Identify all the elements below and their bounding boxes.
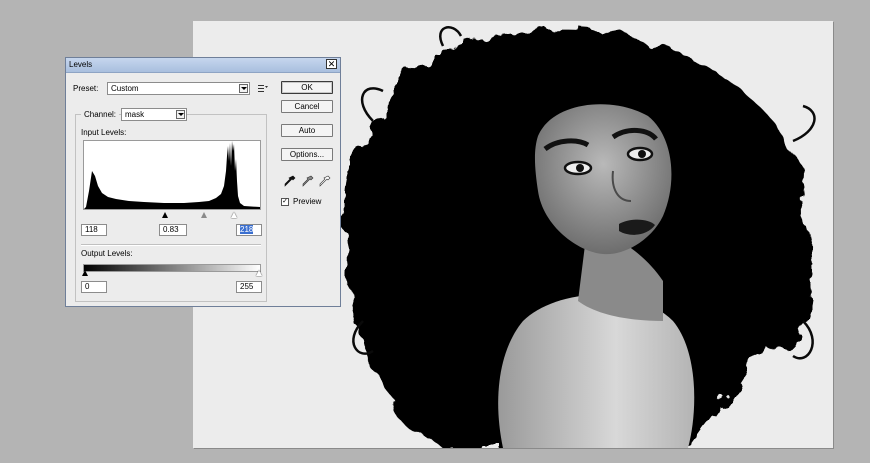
cancel-button[interactable]: Cancel	[281, 100, 333, 113]
preset-select[interactable]: Custom	[107, 82, 250, 95]
dialog-titlebar[interactable]: Levels ✕	[66, 58, 340, 73]
channel-label: Channel:	[81, 110, 120, 119]
input-white-value: 218	[240, 225, 254, 234]
separator	[81, 244, 261, 246]
histogram-graph	[84, 141, 260, 209]
preset-label: Preset:	[73, 84, 99, 93]
output-white-slider[interactable]	[256, 270, 262, 276]
preset-options-icon[interactable]	[257, 83, 268, 94]
input-gamma-field[interactable]: 0.83	[159, 224, 187, 236]
chevron-down-icon	[176, 110, 185, 119]
input-white-slider[interactable]	[231, 212, 237, 218]
preview-checkbox[interactable]: ✓	[281, 198, 289, 206]
input-black-slider[interactable]	[162, 212, 168, 218]
input-black-field[interactable]: 118	[81, 224, 107, 236]
chevron-down-icon	[239, 84, 248, 93]
output-levels-label: Output Levels:	[81, 249, 133, 258]
input-gamma-slider[interactable]	[201, 212, 207, 218]
dialog-title: Levels	[69, 60, 93, 69]
white-eyedropper-icon[interactable]	[319, 175, 331, 187]
ok-button[interactable]: OK	[281, 81, 333, 94]
black-eyedropper-icon[interactable]	[284, 175, 296, 187]
output-gradient	[83, 264, 261, 272]
checkbox-check-icon: ✓	[282, 198, 288, 205]
channel-select[interactable]: mask	[121, 108, 187, 121]
channel-value: mask	[125, 110, 145, 119]
levels-dialog: Levels ✕ Preset: Custom Channel: mask In…	[65, 57, 341, 307]
input-white-field[interactable]: 218	[236, 224, 262, 236]
auto-button[interactable]: Auto	[281, 124, 333, 137]
preset-value: Custom	[111, 84, 139, 93]
output-white-field[interactable]: 255	[236, 281, 262, 293]
histogram	[83, 140, 261, 210]
output-black-slider[interactable]	[82, 270, 88, 276]
close-icon[interactable]: ✕	[326, 59, 337, 69]
options-button[interactable]: Options...	[281, 148, 333, 161]
gray-eyedropper-icon[interactable]	[302, 175, 314, 187]
output-black-field[interactable]: 0	[81, 281, 107, 293]
input-levels-label: Input Levels:	[81, 128, 127, 137]
preview-label: Preview	[293, 197, 322, 206]
